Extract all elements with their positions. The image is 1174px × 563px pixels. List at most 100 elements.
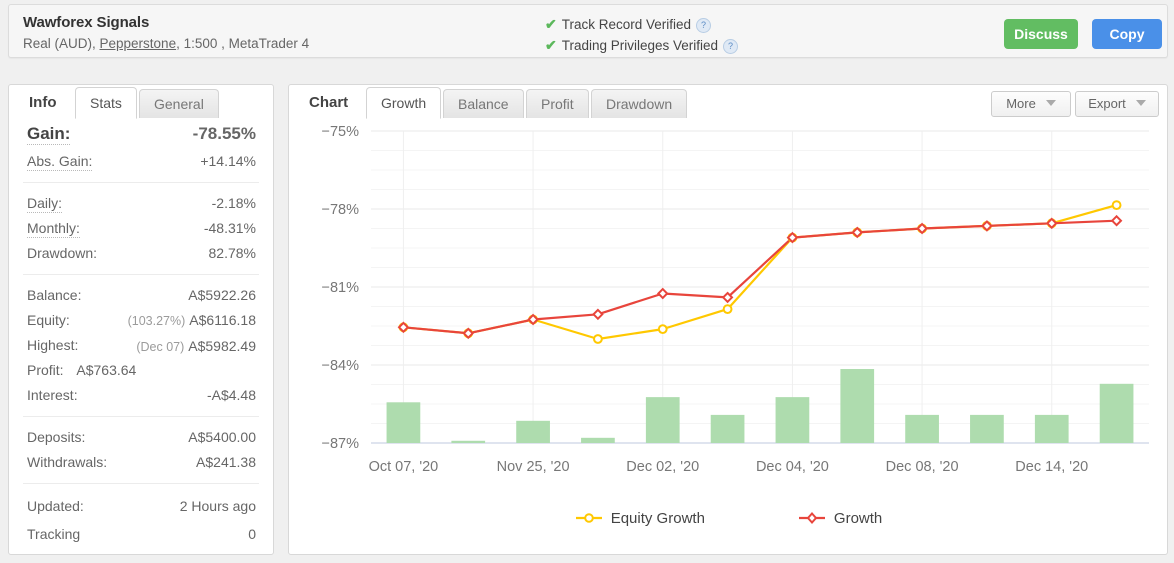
legend-label: Growth <box>833 510 883 527</box>
help-icon[interactable]: ? <box>723 39 739 54</box>
more-dropdown[interactable]: More <box>991 91 1071 117</box>
stat-label: Tracking <box>27 526 81 542</box>
data-point-marker <box>592 308 604 321</box>
stat-separator <box>23 274 259 275</box>
y-axis-tick-label: −81% <box>322 280 360 296</box>
stat-row-gain: Gain: -78.55% <box>9 119 273 149</box>
account-details: , 1:500 , MetaTrader 4 <box>176 36 310 51</box>
volume-bar <box>645 397 680 443</box>
legend-item-equity-growth[interactable]: Equity Growth <box>574 509 705 527</box>
chevron-down-icon <box>1135 100 1146 106</box>
stat-note: (103.27%) <box>127 314 186 328</box>
y-axis-tick-label: −78% <box>322 202 360 218</box>
stat-row-withdrawals: Withdrawals: A$241.38 <box>9 450 273 475</box>
stat-row-interest: Interest: -A$4.48 <box>9 383 273 408</box>
stat-label: Highest: <box>27 337 79 353</box>
data-point-marker <box>657 324 668 335</box>
data-point-marker <box>1111 200 1122 210</box>
tab-profit[interactable]: Profit <box>526 89 589 118</box>
help-icon[interactable]: ? <box>696 18 712 33</box>
stat-label-text: Monthly: <box>27 220 80 238</box>
stats-list: Gain: -78.55% Abs. Gain: +14.14% Daily: -2.18… <box>9 119 273 548</box>
tab-label: General <box>154 96 204 112</box>
stat-value: A$5922.26 <box>188 287 256 303</box>
series-line-growth <box>403 219 1117 335</box>
volume-bar <box>1034 414 1069 443</box>
stat-row-drawdown: Drawdown: 82.78% <box>9 241 273 266</box>
volume-bar <box>581 437 615 443</box>
stat-label: Deposits: <box>27 429 86 445</box>
stats-tabstrip: Info Stats General <box>9 85 273 119</box>
volume-bar <box>970 414 1004 443</box>
growth-chart: −75% −78% −81% −84% −87% Oct 07, '20 Nov 25, '… <box>289 119 1167 553</box>
y-axis-tick-label: −75% <box>322 124 360 140</box>
stat-label[interactable]: Abs. Gain: <box>27 149 93 174</box>
stat-label-text: Daily: <box>27 195 63 213</box>
stat-label-text: Gain: <box>27 124 71 145</box>
tab-label: Balance <box>458 96 509 112</box>
data-point-marker <box>656 287 669 300</box>
verification-label: Trading Privileges Verified <box>561 38 719 53</box>
volume-bar <box>516 420 550 443</box>
verification-label: Track Record Verified <box>561 17 692 32</box>
stat-separator <box>23 182 259 183</box>
x-axis-tick-label: Dec 04, '20 <box>756 459 829 475</box>
volume-bar <box>840 369 875 443</box>
broker-link[interactable]: Pepperstone <box>100 36 177 51</box>
check-icon: ✔ <box>545 37 557 53</box>
tab-growth[interactable]: Growth <box>366 87 442 119</box>
stat-label: Withdrawals: <box>27 454 108 470</box>
stat-label[interactable]: Daily: <box>27 191 63 216</box>
x-axis-tick-label: Oct 07, '20 <box>369 459 439 475</box>
export-dropdown[interactable]: Export <box>1075 91 1159 117</box>
volume-bar <box>775 397 810 443</box>
verification-row: ✔ Trading Privileges Verified? <box>545 35 739 56</box>
stat-label[interactable]: Monthly: <box>27 216 80 241</box>
stat-value: (Dec 07) A$5982.49 <box>136 338 256 354</box>
data-point-marker <box>593 334 603 344</box>
growth-chart-svg: −75% −78% −81% −84% −87% Oct 07, '20 Nov 25, '… <box>322 124 1149 475</box>
stat-label: Drawdown: <box>27 245 98 261</box>
data-point-marker <box>722 304 733 315</box>
discuss-button[interactable]: Discuss <box>1004 19 1078 49</box>
stat-value: -A$4.48 <box>206 387 256 403</box>
tab-label: Profit <box>541 96 574 112</box>
tab-balance[interactable]: Balance <box>443 89 524 118</box>
stat-row-monthly: Monthly: -48.31% <box>9 216 273 241</box>
stat-value: A$241.38 <box>196 454 256 470</box>
account-header: Wawforex Signals Real (AUD), Pepperstone… <box>8 4 1168 58</box>
more-dropdown-label: More <box>1006 96 1036 111</box>
stat-value: A$763.64 <box>76 362 137 378</box>
stat-label: Profit: <box>27 362 64 378</box>
legend-item-growth[interactable]: Growth <box>797 509 882 527</box>
copy-button[interactable]: Copy <box>1092 19 1162 49</box>
volume-bar <box>710 414 745 443</box>
tab-drawdown[interactable]: Drawdown <box>591 89 688 118</box>
data-point-marker <box>1110 214 1123 227</box>
check-icon: ✔ <box>545 16 557 32</box>
legend-label: Equity Growth <box>610 510 705 527</box>
stat-label[interactable]: Gain: <box>27 119 71 149</box>
volume-bar <box>386 402 421 443</box>
legend-marker-icon <box>798 511 825 525</box>
x-axis-tick-label: Nov 25, '20 <box>497 459 570 475</box>
volume-bar <box>905 414 939 443</box>
stat-value: A$5400.00 <box>188 429 256 445</box>
stat-row-updated: Updated: 2 Hours ago <box>9 492 273 520</box>
stat-separator <box>23 416 259 417</box>
verification-row: ✔ Track Record Verified? <box>545 14 738 35</box>
stat-row-tracking: Tracking 0 <box>9 520 273 548</box>
stat-label: Balance: <box>27 287 82 303</box>
volume-bar <box>451 440 486 443</box>
account-type: Real (AUD), <box>23 36 100 51</box>
stat-label: Updated: <box>27 498 84 514</box>
export-dropdown-label: Export <box>1088 96 1126 111</box>
stat-label: Equity: <box>27 312 70 328</box>
x-axis-tick-label: Dec 14, '20 <box>1015 459 1088 475</box>
stat-row-equity: Equity: (103.27%) A$6116.18 <box>9 308 273 333</box>
stat-row-daily: Daily: -2.18% <box>9 191 273 216</box>
y-axis-tick-label: −87% <box>322 436 360 452</box>
tab-label: Drawdown <box>606 96 673 112</box>
tab-stats[interactable]: Stats <box>75 87 137 119</box>
tab-general[interactable]: General <box>139 89 219 118</box>
